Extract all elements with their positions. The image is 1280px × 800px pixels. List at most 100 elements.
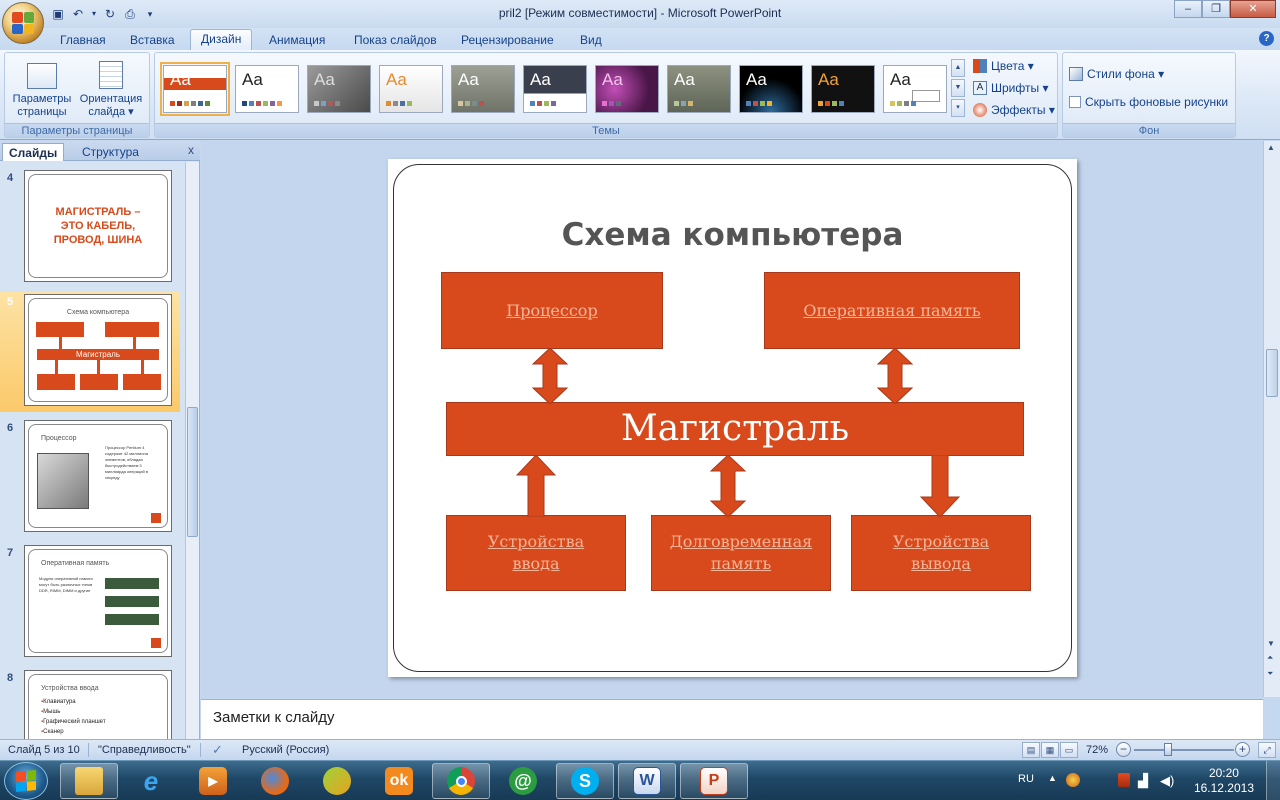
taskbar-media-player[interactable]: ▶ [184, 763, 242, 799]
thumbnail-slide-4[interactable]: 4 МАГИСТРАЛЬ – ЭТО КАБЕЛЬ, ПРОВОД, ШИНА [0, 168, 180, 288]
theme-justice[interactable]: Aa [160, 62, 230, 116]
themes-scroll-up[interactable]: ▲ [951, 59, 965, 77]
minimize-button[interactable]: – [1174, 0, 1202, 18]
restore-button[interactable]: ❐ [1202, 0, 1230, 18]
clock[interactable]: 20:20 16.12.2013 [1194, 766, 1254, 796]
slide-scrollbar[interactable]: ▲ ▼ ⏶ ⏷ [1263, 141, 1280, 697]
slideshow-view-icon[interactable]: ▭ [1060, 742, 1078, 758]
next-slide-icon[interactable]: ⏷ [1267, 669, 1273, 679]
theme-dark-blue[interactable]: Aa [523, 65, 587, 113]
hide-background-checkbox-row[interactable]: Скрыть фоновые рисунки [1069, 93, 1228, 111]
tab-home[interactable]: Главная [60, 31, 106, 50]
taskbar-odnoklassniki[interactable]: ok [370, 763, 428, 799]
current-slide[interactable]: Схема компьютера Процессор Оперативная п… [388, 159, 1077, 677]
theme-office[interactable]: Aa [235, 65, 299, 113]
tray-app-icon[interactable] [1118, 773, 1130, 787]
slide-orientation-button[interactable]: Ориентация слайда ▾ [75, 59, 147, 119]
thumbnail-slide-7[interactable]: 7 Оперативная память Модули оперативной … [0, 543, 180, 663]
scroll-down-icon[interactable]: ▼ [1267, 639, 1275, 648]
avast-icon[interactable] [1066, 773, 1080, 787]
taskbar-firefox[interactable] [246, 763, 304, 799]
theme-purple[interactable]: Aa [595, 65, 659, 113]
network-icon[interactable]: ▟ [1138, 773, 1148, 789]
theme-fonts-button[interactable]: A Шрифты ▾ [973, 79, 1048, 97]
processor-bus-arrow[interactable] [532, 348, 568, 404]
theme-slate[interactable]: Aa [667, 65, 731, 113]
show-hidden-icons[interactable]: ▲ [1048, 773, 1057, 783]
show-desktop-button[interactable] [1266, 761, 1280, 800]
zoom-slider-handle[interactable] [1164, 743, 1172, 756]
help-icon[interactable]: ? [1259, 31, 1274, 46]
theme-black-blue[interactable]: Aa [739, 65, 803, 113]
spellcheck-icon[interactable]: ✓ [212, 743, 223, 757]
theme-colors-button[interactable]: Цвета ▾ [973, 57, 1034, 75]
scroll-up-icon[interactable]: ▲ [1267, 143, 1275, 152]
taskbar-skype[interactable]: S [556, 763, 614, 799]
input-devices-box[interactable]: Устройства ввода [446, 515, 626, 591]
taskbar-ie[interactable]: e [122, 763, 180, 799]
output-label-line-2: вывода [911, 554, 971, 573]
taskbar-explorer[interactable] [60, 763, 118, 799]
page-setup-button[interactable]: Параметры страницы [9, 59, 75, 119]
tab-slideshow[interactable]: Показ слайдов [354, 31, 437, 50]
theme-orange[interactable]: Aa [379, 65, 443, 113]
theme-olive[interactable]: Aa [451, 65, 515, 113]
tab-view[interactable]: Вид [580, 31, 602, 50]
zoom-slider[interactable] [1134, 749, 1234, 751]
thumbnail-canvas: Процессор Процессор Pentium 4 содержит 4… [24, 420, 172, 532]
close-button[interactable]: ✕ [1230, 0, 1276, 18]
storage-bus-arrow[interactable] [710, 455, 746, 517]
slide-title[interactable]: Схема компьютера [388, 217, 1077, 253]
theme-black-orange[interactable]: Aa [811, 65, 875, 113]
themes-more[interactable]: ▾ [951, 99, 965, 117]
language-indicator[interactable]: Русский (Россия) [242, 743, 329, 757]
input-bus-arrow[interactable] [516, 455, 556, 517]
tab-review[interactable]: Рецензирование [461, 31, 554, 50]
bus-box[interactable]: Магистраль [446, 402, 1024, 456]
taskbar-chrome[interactable] [432, 763, 490, 799]
thumbnail-slide-6[interactable]: 6 Процессор Процессор Pentium 4 содержит… [0, 418, 180, 538]
tab-animation[interactable]: Анимация [269, 31, 325, 50]
zoom-level[interactable]: 72% [1086, 743, 1108, 757]
green-app-icon [323, 767, 351, 795]
scrollbar-thumb[interactable] [187, 407, 198, 537]
orientation-label: Ориентация слайда ▾ [79, 93, 143, 118]
output-bus-arrow[interactable] [920, 455, 960, 517]
thumbnail-slide-8[interactable]: 8 Устройства ввода ▪Клавиатура ▪Мышь ▪Гр… [0, 668, 180, 739]
previous-slide-icon[interactable]: ⏶ [1267, 653, 1273, 663]
thumbnail-slide-5[interactable]: 5 Схема компьютера Магистраль [0, 292, 180, 412]
tab-outline[interactable]: Структура [76, 143, 145, 161]
zoom-in-icon[interactable]: + [1235, 742, 1250, 757]
tab-insert[interactable]: Вставка [130, 31, 175, 50]
slide-sorter-icon[interactable]: ▦ [1041, 742, 1059, 758]
volume-icon[interactable]: ◀) [1160, 773, 1174, 789]
theme-effects-button[interactable]: Эффекты ▾ [973, 101, 1055, 119]
taskbar-powerpoint[interactable]: P [680, 763, 748, 799]
taskbar-app-green[interactable] [308, 763, 366, 799]
zoom-out-icon[interactable]: − [1116, 742, 1131, 757]
ram-bus-arrow[interactable] [877, 348, 913, 404]
tab-design[interactable]: Дизайн [190, 29, 253, 50]
normal-view-icon[interactable]: ▤ [1022, 742, 1040, 758]
taskbar-mail-agent[interactable]: @ [494, 763, 552, 799]
hide-background-checkbox[interactable] [1069, 96, 1081, 108]
start-button[interactable] [4, 762, 48, 800]
processor-box[interactable]: Процессор [441, 272, 663, 349]
notes-pane[interactable]: Заметки к слайду [201, 699, 1263, 739]
notes-placeholder[interactable]: Заметки к слайду [213, 709, 335, 726]
theme-gray[interactable]: Aa [307, 65, 371, 113]
tab-slides[interactable]: Слайды [2, 143, 65, 161]
taskbar-word[interactable]: W [618, 763, 676, 799]
close-pane-icon[interactable]: x [188, 143, 194, 157]
input-language[interactable]: RU [1018, 773, 1034, 785]
ram-box[interactable]: Оперативная память [764, 272, 1020, 349]
office-button[interactable] [2, 2, 44, 44]
storage-box[interactable]: Долговременная память [651, 515, 831, 591]
fit-to-window-icon[interactable]: ⤢ [1258, 742, 1276, 758]
background-styles-button[interactable]: Стили фона ▾ [1069, 65, 1164, 83]
theme-white[interactable]: Aa [883, 65, 947, 113]
themes-scroll-down[interactable]: ▼ [951, 79, 965, 97]
scrollbar-thumb[interactable] [1266, 349, 1278, 397]
output-devices-box[interactable]: Устройства вывода [851, 515, 1031, 591]
thumbnails-scrollbar[interactable] [185, 162, 199, 739]
